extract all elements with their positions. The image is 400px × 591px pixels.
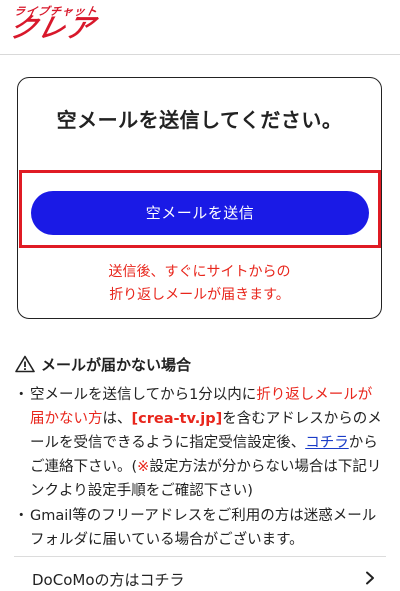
header: ライブチャット クレア: [0, 0, 400, 55]
bullet1-text-2: は、: [102, 411, 132, 427]
docomo-link-label: DoCoMoの方はコチラ: [32, 571, 185, 589]
send-mail-card: 空メールを送信してください。 空メールを送信 送信後、すぐにサイトからの 折り返…: [17, 77, 382, 319]
bullet-dot: ・: [14, 387, 29, 403]
docomo-link-row[interactable]: DoCoMoの方はコチラ: [14, 566, 386, 591]
bullet-dot: ・: [14, 508, 29, 524]
warning-bullet-2: ・ Gmail等のフリーアドレスをご利用の方は迷惑メールフォルダに届いている場合…: [14, 504, 386, 552]
page: ライブチャット クレア 空メールを送信してください。 空メールを送信 送信後、す…: [0, 0, 400, 591]
domain-text: [crea-tv.jp]: [131, 411, 223, 427]
warning-triangle-icon: [15, 355, 35, 373]
bullet1-text-1: 空メールを送信してから1分以内に: [30, 387, 257, 403]
send-empty-mail-button[interactable]: 空メールを送信: [31, 191, 369, 235]
chevron-right-icon: [366, 571, 374, 585]
warning-bullet-1: ・ 空メールを送信してから1分以内に折り返しメールが届かない方は、[crea-t…: [14, 383, 386, 503]
card-title: 空メールを送信してください。: [56, 108, 343, 132]
warning-title: メールが届かない場合: [41, 355, 192, 374]
warning-heading: メールが届かない場合: [15, 353, 191, 375]
highlight-frame: 空メールを送信: [19, 170, 381, 248]
divider: [14, 556, 386, 557]
logo-name: クレア: [6, 13, 98, 44]
card-note-line-2: 折り返しメールが届きます。: [109, 287, 290, 303]
contact-link[interactable]: コチラ: [305, 435, 349, 451]
card-note: 送信後、すぐにサイトからの 折り返しメールが届きます。: [18, 261, 381, 307]
note-mark: ※: [137, 459, 150, 475]
card-note-line-1: 送信後、すぐにサイトからの: [108, 264, 291, 280]
bullet2-text: Gmail等のフリーアドレスをご利用の方は迷惑メールフォルダに届いている場合がご…: [30, 508, 377, 548]
site-logo[interactable]: ライブチャット クレア: [6, 3, 130, 47]
